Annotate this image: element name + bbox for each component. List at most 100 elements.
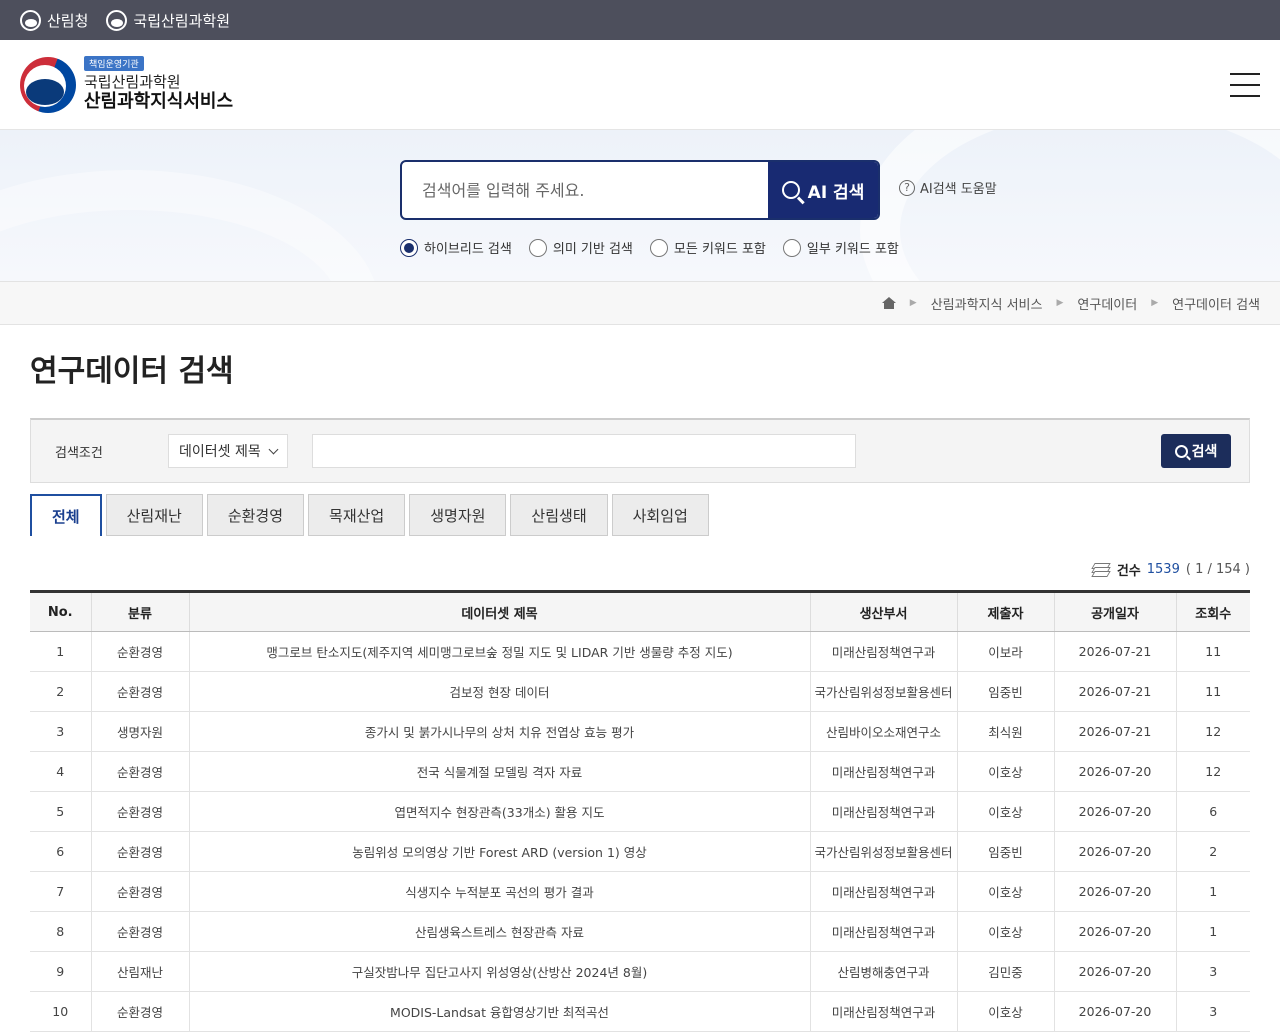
row-number: 9 xyxy=(30,951,91,992)
breadcrumb-item[interactable]: 산림과학지식 서비스 xyxy=(931,294,1043,313)
gov-link-forest-service[interactable]: 산림청 xyxy=(20,9,88,31)
column-header[interactable]: 생산부서 xyxy=(809,591,957,632)
ai-search-button[interactable]: AI 검색 xyxy=(768,162,878,218)
home-icon[interactable] xyxy=(881,297,896,309)
row-number: 7 xyxy=(30,871,91,912)
top-gov-bar: 산림청 국립산림과학원 xyxy=(0,0,1280,40)
tab-all[interactable]: 전체 xyxy=(30,494,102,536)
government-emblem-icon xyxy=(106,9,128,31)
row-number: 8 xyxy=(30,911,91,952)
row-title[interactable]: 농림위성 모의영상 기반 Forest ARD (version 1) 영상 xyxy=(188,831,810,872)
row-department: 산림병해충연구과 xyxy=(809,951,957,992)
condition-field-select[interactable]: 데이터셋 제목 xyxy=(168,434,288,468)
row-category: 순환경영 xyxy=(90,871,189,912)
condition-keyword-input[interactable] xyxy=(312,434,856,468)
help-label: AI검색 도움말 xyxy=(920,182,997,197)
table-row[interactable]: 4 순환경영 전국 식물계절 모델링 격자 자료 미래산림정책연구과 이호상 2026-0… xyxy=(30,751,1250,792)
row-number: 10 xyxy=(30,991,91,1032)
row-date: 2026-07-20 xyxy=(1053,911,1176,952)
row-department: 미래산림정책연구과 xyxy=(809,791,957,832)
column-header[interactable]: 조회수 xyxy=(1175,591,1250,632)
column-header[interactable]: 데이터셋 제목 xyxy=(188,591,810,632)
row-title[interactable]: 맹그로브 탄소지도(제주지역 세미맹그로브숲 정밀 지도 및 LIDAR 기반 … xyxy=(188,631,810,672)
layers-icon xyxy=(1091,562,1111,577)
table-row[interactable]: 2 순환경영 검보정 현장 데이터 국가산림위성정보활용센터 임중빈 2026-07-21… xyxy=(30,671,1250,712)
row-date: 2026-07-20 xyxy=(1053,991,1176,1032)
row-title[interactable]: 식생지수 누적분포 곡선의 평가 결과 xyxy=(188,871,810,912)
breadcrumb-item-current[interactable]: 연구데이터 검색 xyxy=(1172,294,1260,313)
tab-bio-resources[interactable]: 생명자원 xyxy=(409,494,507,536)
row-title[interactable]: 검보정 현장 데이터 xyxy=(188,671,810,712)
row-title[interactable]: 산림생육스트레스 현장관측 자료 xyxy=(188,911,810,952)
row-date: 2026-07-20 xyxy=(1053,831,1176,872)
row-title[interactable]: 엽면적지수 현장관측(33개소) 활용 지도 xyxy=(188,791,810,832)
condition-search-button[interactable]: 검색 xyxy=(1161,434,1231,468)
row-submitter: 이호상 xyxy=(956,871,1054,912)
table-row[interactable]: 3 생명자원 종가시 및 붉가시나무의 상처 치유 전엽상 효능 평가 산림바이오소재… xyxy=(30,711,1250,752)
radio-label: 의미 기반 검색 xyxy=(552,242,633,257)
tab-social-forestry[interactable]: 사회임업 xyxy=(611,494,709,536)
column-header[interactable]: 제출자 xyxy=(956,591,1054,632)
row-department: 미래산림정책연구과 xyxy=(809,631,957,672)
radio-checked-icon xyxy=(400,238,418,257)
radio-all-keywords[interactable]: 모든 키워드 포함 xyxy=(649,238,766,257)
row-views: 1 xyxy=(1175,911,1250,952)
chevron-down-icon xyxy=(268,444,279,454)
row-category: 생명자원 xyxy=(90,711,189,752)
menu-icon[interactable] xyxy=(1230,73,1260,97)
condition-label: 검색조건 xyxy=(55,445,103,461)
row-date: 2026-07-20 xyxy=(1053,791,1176,832)
logo-service: 산림과학지식서비스 xyxy=(84,91,234,112)
tab-circular-management[interactable]: 순환경영 xyxy=(206,494,305,536)
row-category: 순환경영 xyxy=(90,911,189,952)
table-row[interactable]: 8 순환경영 산림생육스트레스 현장관측 자료 미래산림정책연구과 이호상 2026-07… xyxy=(30,911,1250,952)
row-submitter: 김민중 xyxy=(956,951,1054,992)
row-number: 2 xyxy=(30,671,91,712)
breadcrumb-item[interactable]: 연구데이터 xyxy=(1077,294,1137,313)
row-number: 1 xyxy=(30,631,91,672)
tab-forest-disaster[interactable]: 산림재난 xyxy=(105,494,203,536)
row-title[interactable]: 종가시 및 붉가시나무의 상처 치유 전엽상 효능 평가 xyxy=(188,711,810,752)
table-row[interactable]: 9 산림재난 구실잣밤나무 집단고사지 위성영상(산방산 2024년 8월) 산림병해… xyxy=(30,951,1250,992)
table-row[interactable]: 5 순환경영 엽면적지수 현장관측(33개소) 활용 지도 미래산림정책연구과 이호상 2… xyxy=(30,791,1250,832)
row-department: 국가산림위성정보활용센터 xyxy=(809,671,957,712)
table-row[interactable]: 6 순환경영 농림위성 모의영상 기반 Forest ARD (version 1)… xyxy=(30,831,1250,872)
page-title: 연구데이터 검색 xyxy=(30,354,234,389)
question-icon: ? xyxy=(899,179,915,196)
row-views: 12 xyxy=(1175,711,1250,752)
government-logo-icon[interactable] xyxy=(20,56,76,113)
logo-badge: 책임운영기관 xyxy=(84,56,144,71)
gov-link-nifos[interactable]: 국립산림과학원 xyxy=(106,9,230,31)
ai-search-help-link[interactable]: ? AI검색 도움말 xyxy=(899,178,997,197)
row-date: 2026-07-20 xyxy=(1053,951,1176,992)
column-header[interactable]: 분류 xyxy=(90,591,189,632)
search-input[interactable] xyxy=(402,162,768,218)
site-logo[interactable]: 책임운영기관 국립산림과학원 산림과학지식서비스 xyxy=(84,56,233,113)
row-submitter: 최식원 xyxy=(956,711,1054,752)
search-icon xyxy=(1174,444,1188,458)
row-title[interactable]: 구실잣밤나무 집단고사지 위성영상(산방산 2024년 8월) xyxy=(188,951,810,992)
table-row[interactable]: 10 순환경영 MODIS-Landsat 융합영상기반 최적곡선 미래산림정책연구과… xyxy=(30,991,1250,1032)
row-title[interactable]: 전국 식물계절 모델링 격자 자료 xyxy=(188,751,810,792)
row-department: 미래산림정책연구과 xyxy=(809,751,957,792)
logo-org: 국립산림과학원 xyxy=(84,73,181,91)
row-category: 순환경영 xyxy=(90,791,189,832)
tab-wood-industry[interactable]: 목재산업 xyxy=(308,494,406,536)
search-condition-panel: 검색조건 데이터셋 제목 검색 xyxy=(30,418,1250,483)
row-date: 2026-07-21 xyxy=(1053,711,1176,752)
radio-semantic[interactable]: 의미 기반 검색 xyxy=(528,238,633,257)
ai-search-label: AI 검색 xyxy=(807,182,865,203)
tab-forest-ecology[interactable]: 산림생태 xyxy=(510,494,608,536)
row-category: 순환경영 xyxy=(90,991,189,1032)
column-header[interactable]: No. xyxy=(30,591,91,632)
table-row[interactable]: 7 순환경영 식생지수 누적분포 곡선의 평가 결과 미래산림정책연구과 이호상 2026… xyxy=(30,871,1250,912)
table-row[interactable]: 1 순환경영 맹그로브 탄소지도(제주지역 세미맹그로브숲 정밀 지도 및 LIDA… xyxy=(30,631,1250,672)
radio-hybrid[interactable]: 하이브리드 검색 xyxy=(400,238,512,257)
row-number: 5 xyxy=(30,791,91,832)
count-total: 1539 xyxy=(1146,562,1180,577)
row-title[interactable]: MODIS-Landsat 융합영상기반 최적곡선 xyxy=(188,991,810,1032)
column-header[interactable]: 공개일자 xyxy=(1053,591,1176,632)
radio-some-keywords[interactable]: 일부 키워드 포함 xyxy=(782,238,899,257)
row-submitter: 이호상 xyxy=(956,751,1054,792)
row-date: 2026-07-21 xyxy=(1053,631,1176,672)
